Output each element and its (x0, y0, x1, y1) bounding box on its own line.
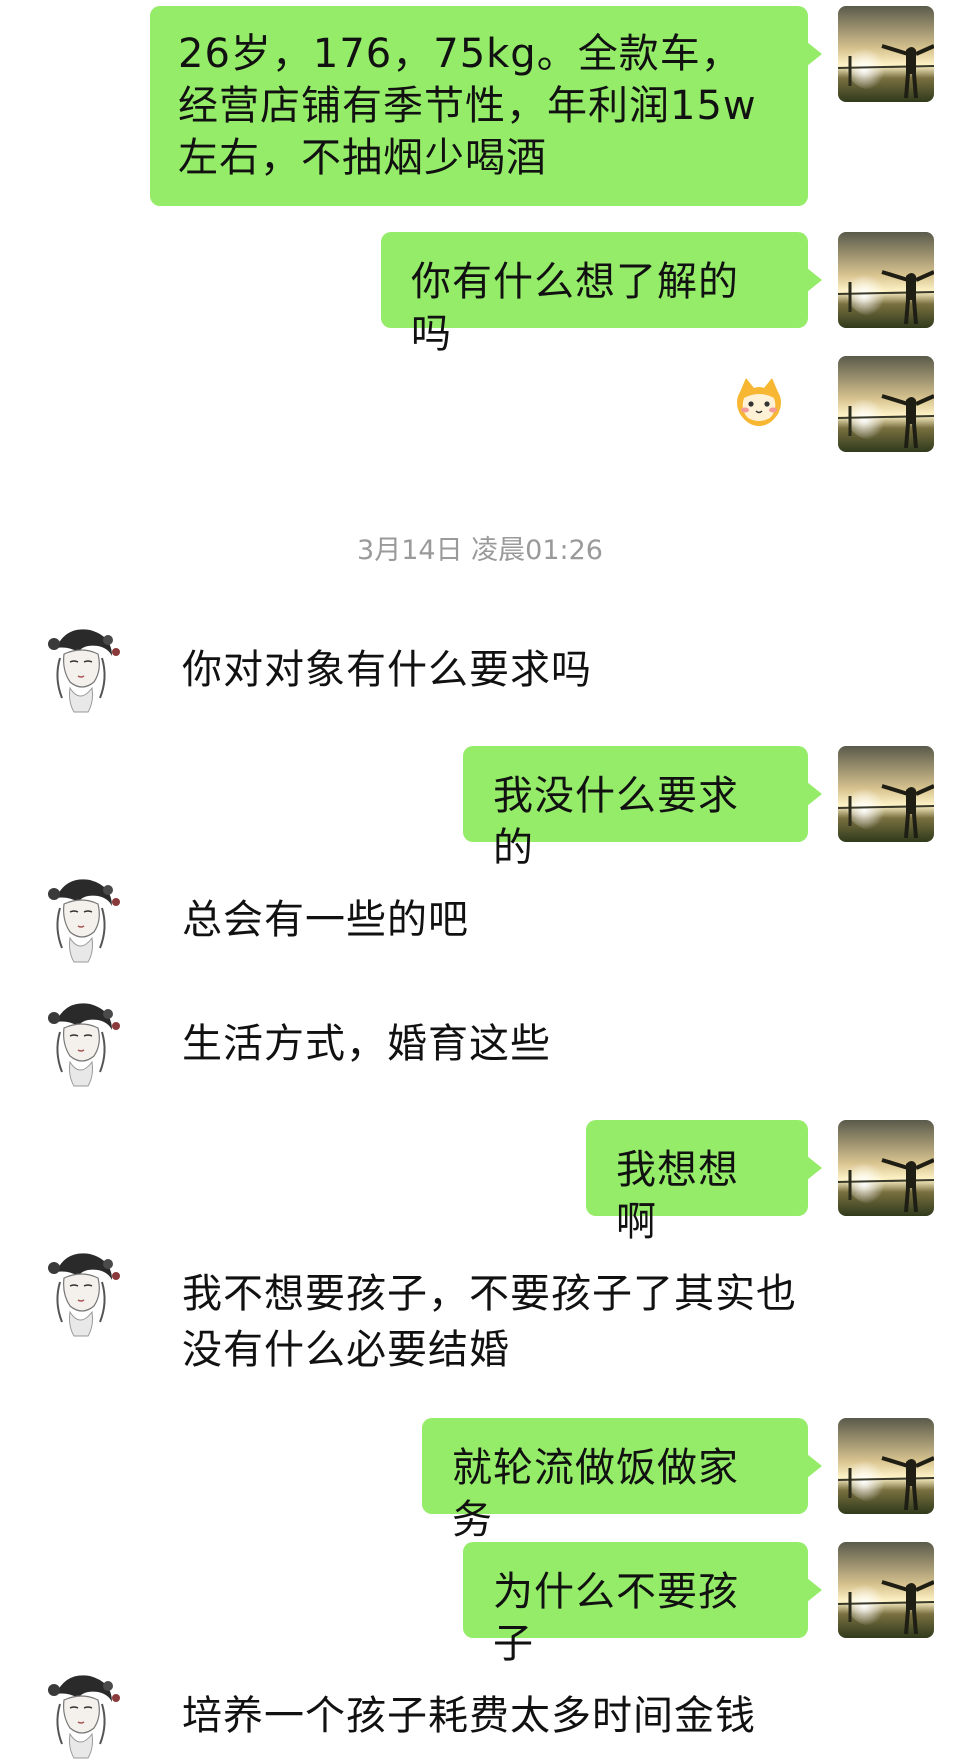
message-text: 我没什么要求的 (493, 773, 739, 871)
my-message-bubble[interactable]: 就轮流做饭做家务 (422, 1418, 822, 1543)
their-message[interactable]: 你对对象有什么要求吗 (182, 642, 592, 698)
message-text: 我想想啊 (616, 1147, 739, 1245)
their-avatar[interactable] (34, 1664, 130, 1760)
cat-emoji-icon[interactable] (732, 376, 786, 430)
their-avatar[interactable] (34, 868, 130, 964)
my-avatar[interactable] (838, 6, 934, 102)
message-text: 我不想要孩子，不要孩子了其实也没有什么必要结婚 (182, 1271, 797, 1373)
my-avatar[interactable] (838, 1418, 934, 1514)
my-message-bubble[interactable]: 为什么不要孩子 (463, 1542, 822, 1667)
message-text: 总会有一些的吧 (182, 897, 469, 943)
message-text: 你对对象有什么要求吗 (182, 647, 592, 693)
their-avatar[interactable] (34, 992, 130, 1088)
their-avatar[interactable] (34, 1242, 130, 1338)
their-message[interactable]: 培养一个孩子耗费太多时间金钱 (182, 1688, 756, 1744)
my-avatar[interactable] (838, 1542, 934, 1638)
my-message-bubble[interactable]: 26岁，176，75kg。全款车，经营店铺有季节性，年利润15w左右，不抽烟少喝… (150, 6, 822, 206)
their-message[interactable]: 总会有一些的吧 (182, 892, 469, 948)
my-message-bubble[interactable]: 我想想啊 (586, 1120, 822, 1245)
message-text: 为什么不要孩子 (493, 1569, 739, 1667)
message-text: 培养一个孩子耗费太多时间金钱 (182, 1693, 756, 1739)
message-text: 就轮流做饭做家务 (452, 1445, 739, 1543)
my-message-bubble[interactable]: 你有什么想了解的吗 (381, 232, 822, 357)
their-avatar[interactable] (34, 618, 130, 714)
my-avatar[interactable] (838, 746, 934, 842)
message-text: 26岁，176，75kg。全款车，经营店铺有季节性，年利润15w左右，不抽烟少喝… (178, 31, 757, 181)
my-message-bubble[interactable]: 我没什么要求的 (463, 746, 822, 871)
message-text: 生活方式，婚育这些 (182, 1021, 551, 1067)
message-text: 你有什么想了解的吗 (411, 259, 739, 357)
chat-timestamp: 3月14日 凌晨01:26 (357, 535, 603, 566)
my-avatar[interactable] (838, 356, 934, 452)
chat-area[interactable]: 26岁，176，75kg。全款车，经营店铺有季节性，年利润15w左右，不抽烟少喝… (0, 0, 960, 1735)
my-avatar[interactable] (838, 1120, 934, 1216)
their-message[interactable]: 生活方式，婚育这些 (182, 1016, 551, 1072)
my-avatar[interactable] (838, 232, 934, 328)
their-message[interactable]: 我不想要孩子，不要孩子了其实也没有什么必要结婚 (182, 1266, 802, 1378)
